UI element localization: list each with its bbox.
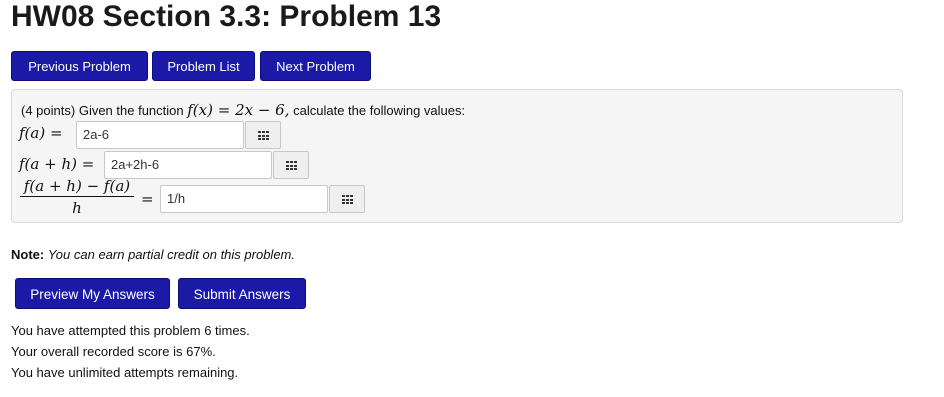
score-status: Your overall recorded score is 67%.: [11, 344, 216, 359]
previous-problem-button[interactable]: Previous Problem: [11, 51, 148, 81]
grid-icon: [342, 195, 353, 204]
answer-input-fa[interactable]: 2a-6: [76, 121, 244, 149]
page-title: HW08 Section 3.3: Problem 13: [11, 0, 442, 33]
attempts-status: You have attempted this problem 6 times.: [11, 323, 250, 338]
note-text: You can earn partial credit on this prob…: [47, 247, 295, 262]
note-label: Note:: [11, 247, 45, 262]
problem-list-button[interactable]: Problem List: [152, 51, 255, 81]
fa-plus-h-label: f(a + h) =: [19, 155, 95, 173]
function-expression: f(x) = 2x − 6,: [187, 101, 290, 119]
equation-editor-button[interactable]: [329, 185, 365, 213]
equation-editor-button[interactable]: [245, 121, 281, 149]
partial-credit-note: Note: You can earn partial credit on thi…: [11, 247, 295, 262]
difference-quotient-label: f(a + h) − f(a) h: [18, 177, 136, 218]
answer-input-fa-plus-h[interactable]: 2a+2h-6: [104, 151, 272, 179]
fraction-bar: [20, 196, 134, 197]
statement-text-before: Given the function: [78, 103, 184, 118]
grid-icon: [286, 161, 297, 170]
answer-input-difference-quotient[interactable]: 1/h: [160, 185, 328, 213]
equation-editor-button[interactable]: [273, 151, 309, 179]
fraction-denominator: h: [72, 199, 82, 217]
problem-statement: (4 points) Given the function f(x) = 2x …: [21, 101, 465, 119]
fa-label: f(a) =: [19, 124, 63, 142]
equals-sign: =: [141, 190, 154, 208]
preview-answers-button[interactable]: Preview My Answers: [15, 278, 170, 309]
points-label: (4 points): [21, 103, 76, 118]
submit-answers-button[interactable]: Submit Answers: [178, 278, 306, 309]
statement-text-after: calculate the following values:: [293, 103, 466, 118]
remaining-status: You have unlimited attempts remaining.: [11, 365, 239, 380]
next-problem-button[interactable]: Next Problem: [260, 51, 371, 81]
grid-icon: [258, 131, 269, 140]
fraction-numerator: f(a + h) − f(a): [23, 177, 131, 195]
